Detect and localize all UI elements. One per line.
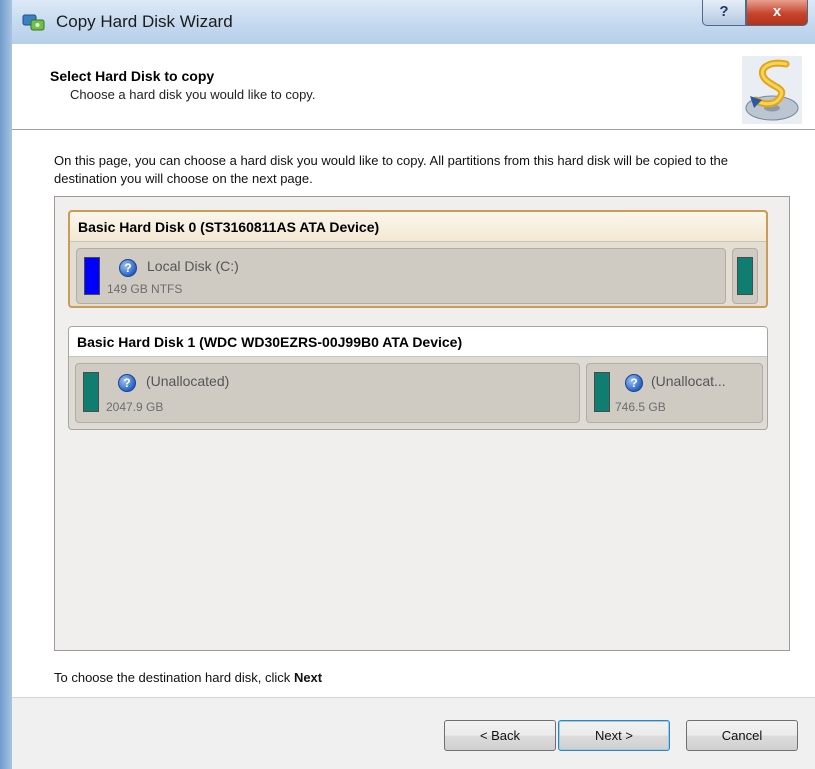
partition-size: 746.5 GB <box>615 400 666 414</box>
disk-card-1[interactable]: Basic Hard Disk 1 (WDC WD30EZRS-00J99B0 … <box>68 326 768 430</box>
disk-header: Basic Hard Disk 0 (ST3160811AS ATA Devic… <box>70 212 766 242</box>
help-icon: ? <box>625 374 643 392</box>
help-icon: ? <box>119 259 137 277</box>
footer-hint: To choose the destination hard disk, cli… <box>54 670 322 685</box>
page-description: On this page, you can choose a hard disk… <box>54 153 728 186</box>
partition-local-disk-c[interactable]: ? Local Disk (C:) 149 GB NTFS <box>76 248 726 304</box>
partition-small[interactable] <box>732 248 758 304</box>
help-button[interactable]: ? <box>702 0 746 26</box>
close-icon: x <box>772 3 782 20</box>
next-button[interactable]: Next > <box>558 720 670 751</box>
partition-name: (Unallocated) <box>146 373 230 389</box>
disk-title: Basic Hard Disk 0 (ST3160811AS ATA Devic… <box>78 219 380 235</box>
partition-unallocated-2[interactable]: ? (Unallocat... 746.5 GB <box>586 363 763 423</box>
partition-usage-bar <box>594 372 610 412</box>
wizard-content: On this page, you can choose a hard disk… <box>12 130 815 697</box>
back-button[interactable]: < Back <box>444 720 556 751</box>
app-icon <box>22 10 46 34</box>
disk-title: Basic Hard Disk 1 (WDC WD30EZRS-00J99B0 … <box>77 334 463 350</box>
wizard-header: Select Hard Disk to copy Choose a hard d… <box>12 44 815 130</box>
button-row: < Back Next > Cancel <box>12 697 815 769</box>
wizard-window: Copy Hard Disk Wizard ? x Select Hard Di… <box>0 0 815 769</box>
title-bar[interactable]: Copy Hard Disk Wizard ? x <box>12 0 815 44</box>
page-subtitle: Choose a hard disk you would like to cop… <box>70 87 316 102</box>
partition-unallocated-1[interactable]: ? (Unallocated) 2047.9 GB <box>75 363 580 423</box>
window-left-edge <box>0 0 12 769</box>
window-title: Copy Hard Disk Wizard <box>56 12 233 31</box>
page-title: Select Hard Disk to copy <box>50 68 215 84</box>
help-icon: ? <box>719 3 729 20</box>
disk-list[interactable]: Basic Hard Disk 0 (ST3160811AS ATA Devic… <box>54 196 790 651</box>
partition-usage-bar <box>84 257 100 295</box>
help-icon: ? <box>118 374 136 392</box>
cancel-button[interactable]: Cancel <box>686 720 798 751</box>
footer-hint-text: To choose the destination hard disk, cli… <box>54 670 291 685</box>
partition-size: 2047.9 GB <box>106 400 164 414</box>
partition-size: 149 GB NTFS <box>107 282 183 296</box>
disk-header: Basic Hard Disk 1 (WDC WD30EZRS-00J99B0 … <box>69 327 767 357</box>
copy-disk-wizard-icon <box>742 56 802 124</box>
partition-name: (Unallocat... <box>651 373 726 389</box>
partition-name: Local Disk (C:) <box>147 258 239 274</box>
close-button[interactable]: x <box>746 0 808 26</box>
partition-usage-bar <box>83 372 99 412</box>
partition-usage-bar <box>737 257 753 295</box>
disk-card-0[interactable]: Basic Hard Disk 0 (ST3160811AS ATA Devic… <box>68 210 768 308</box>
footer-hint-action: Next <box>293 670 323 685</box>
